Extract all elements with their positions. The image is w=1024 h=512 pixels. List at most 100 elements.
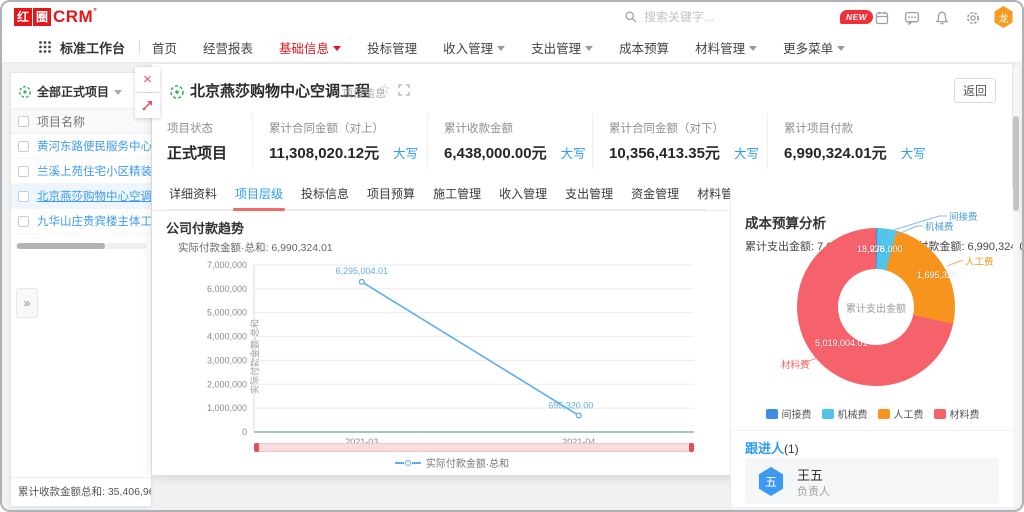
- stat-item: 累计合同金额（对上）11,308,020.12元大写: [252, 114, 427, 169]
- nav-item[interactable]: 支出管理: [531, 38, 593, 57]
- select-all-checkbox[interactable]: [18, 116, 29, 127]
- project-row[interactable]: 兰溪上苑住宅小区精装修...: [11, 159, 151, 184]
- pie-legend-item[interactable]: 机械费: [822, 406, 868, 421]
- calendar-icon[interactable]: [874, 10, 890, 26]
- legend-label: 机械费: [838, 406, 868, 421]
- stat-value: 6,990,324.01元: [784, 142, 887, 163]
- scrollbar-thumb[interactable]: [1013, 116, 1019, 211]
- project-link[interactable]: 九华山庄贵宾楼主体工程: [37, 213, 151, 229]
- project-row[interactable]: 北京燕莎购物中心空调工程: [11, 184, 151, 209]
- followers-count: (1): [784, 442, 799, 456]
- stat-line: 10,356,413.35元大写: [609, 142, 767, 163]
- uppercase-link[interactable]: 大写: [734, 143, 759, 162]
- apps-grid-icon[interactable]: [38, 40, 52, 54]
- nav-item[interactable]: 投标管理: [367, 38, 417, 57]
- nav-divider: [139, 40, 140, 54]
- project-link[interactable]: 北京燕莎购物中心空调工程: [37, 188, 151, 204]
- bell-icon[interactable]: [934, 10, 950, 26]
- project-link[interactable]: 兰溪上苑住宅小区精装修...: [37, 163, 151, 179]
- nav-item[interactable]: 更多菜单: [783, 38, 845, 57]
- close-panel-button[interactable]: ×: [135, 67, 160, 92]
- nav-item[interactable]: 经营报表: [203, 38, 253, 57]
- project-link[interactable]: 黄河东路便民服务中心幕...: [37, 138, 151, 154]
- followers-header: 跟进人(1): [745, 438, 799, 457]
- pie-value-machine: 276,000: [870, 244, 903, 254]
- legend-line-icon: [395, 462, 404, 464]
- user-avatar[interactable]: 龙: [993, 6, 1014, 28]
- datazoom-slider[interactable]: [254, 443, 694, 452]
- legend-swatch-icon: [878, 409, 890, 419]
- chevron-down-icon: [837, 46, 845, 51]
- fullscreen-icon[interactable]: [398, 84, 410, 96]
- line-chart-title: 公司付款趋势: [166, 218, 244, 237]
- expand-panel-button[interactable]: [135, 93, 160, 118]
- project-row[interactable]: 九华山庄贵宾楼主体工程: [11, 209, 151, 234]
- gear-icon[interactable]: [965, 10, 981, 26]
- pie-value-material: 5,019,004.01: [815, 338, 868, 348]
- main-nav: 标准工作台 首页 经营报表 基础信息 投标管理 收入管理 支出管理 成本预算 材料管理 更多菜单: [2, 32, 1022, 63]
- nav-item[interactable]: 收入管理: [443, 38, 505, 57]
- search-input[interactable]: [644, 10, 794, 24]
- project-tab[interactable]: 支出管理: [563, 180, 615, 209]
- uppercase-link[interactable]: 大写: [561, 143, 586, 162]
- chat-icon[interactable]: [904, 10, 920, 26]
- star-favorite-icon[interactable]: ☆: [378, 81, 391, 98]
- slider-handle-left[interactable]: [254, 443, 259, 452]
- legend-label: 实际付款金额·总和: [426, 455, 509, 470]
- row-checkbox[interactable]: [18, 191, 29, 202]
- pie-label-machine: 机械费: [925, 219, 954, 233]
- line-chart-legend[interactable]: 实际付款金额·总和: [192, 455, 712, 470]
- vertical-scrollbar[interactable]: [1013, 66, 1019, 506]
- tabs-overflow-button[interactable]: ⋯: [700, 185, 714, 201]
- table-header: 项目名称: [11, 108, 151, 134]
- nav-item[interactable]: 材料管理: [695, 38, 757, 57]
- line-chart-subtitle: 实际付款金额·总和: 6,990,324.01: [178, 240, 333, 255]
- project-tab[interactable]: 项目预算: [365, 180, 417, 209]
- legend-swatch-icon: [766, 409, 778, 419]
- nav-item[interactable]: 成本预算: [619, 38, 669, 57]
- pie-legend-item[interactable]: 人工费: [878, 406, 924, 421]
- pie-legend-item[interactable]: 间接费: [766, 406, 812, 421]
- row-checkbox[interactable]: [18, 216, 29, 227]
- logo-block: 圈: [33, 8, 51, 26]
- stat-line: 正式项目: [167, 142, 252, 163]
- nav-item[interactable]: 首页: [152, 38, 177, 57]
- stat-line: 11,308,020.12元大写: [269, 142, 427, 163]
- project-tab[interactable]: 施工管理: [431, 180, 483, 209]
- uppercase-link[interactable]: 大写: [393, 143, 418, 162]
- search-icon: [624, 10, 638, 24]
- project-tab[interactable]: 详细资料: [167, 180, 219, 209]
- section-divider: [731, 430, 1014, 431]
- project-filter[interactable]: 全部正式项目: [11, 73, 151, 108]
- nav-item[interactable]: 基础信息: [279, 38, 341, 57]
- stat-value: 6,438,000.00元: [444, 142, 547, 163]
- pie-legend-item[interactable]: 材料费: [934, 406, 980, 421]
- slider-handle-right[interactable]: [689, 443, 694, 452]
- cost-analysis-panel: 成本预算分析 累计支出金额: 7,009,262.01； 累计付款金额: 6,9…: [730, 188, 1014, 507]
- expand-panel-handle[interactable]: »: [16, 288, 38, 318]
- stat-label: 累计项目付款: [784, 120, 962, 136]
- svg-text:6,000,000: 6,000,000: [207, 284, 247, 294]
- project-tab[interactable]: 项目层级: [233, 180, 285, 209]
- followers-title[interactable]: 跟进人: [745, 441, 784, 456]
- row-checkbox[interactable]: [18, 166, 29, 177]
- project-row[interactable]: 黄河东路便民服务中心幕...: [11, 134, 151, 159]
- stat-item: 累计合同金额（对下）10,356,413.35元大写: [592, 114, 767, 169]
- scrollbar-thumb[interactable]: [17, 243, 105, 249]
- follower-card[interactable]: 五 王五 负责人: [745, 458, 999, 504]
- row-checkbox[interactable]: [18, 141, 29, 152]
- project-tab[interactable]: 收入管理: [497, 180, 549, 209]
- nav-item-label: 成本预算: [619, 38, 669, 57]
- horizontal-scrollbar[interactable]: [15, 243, 147, 249]
- diagonal-expand-icon: [141, 99, 154, 112]
- workbench-title[interactable]: 标准工作台: [60, 38, 125, 57]
- back-button[interactable]: 返回: [954, 78, 996, 103]
- project-tab[interactable]: 投标信息: [299, 180, 351, 209]
- legend-line-icon: [412, 462, 421, 464]
- uppercase-link[interactable]: 大写: [901, 143, 926, 162]
- legend-circle-icon: [405, 460, 411, 466]
- project-tab[interactable]: 资金管理: [629, 180, 681, 209]
- app-logo[interactable]: 红 圈 CRM °: [14, 7, 97, 27]
- global-search[interactable]: [624, 7, 794, 27]
- chevron-down-icon: [585, 46, 593, 51]
